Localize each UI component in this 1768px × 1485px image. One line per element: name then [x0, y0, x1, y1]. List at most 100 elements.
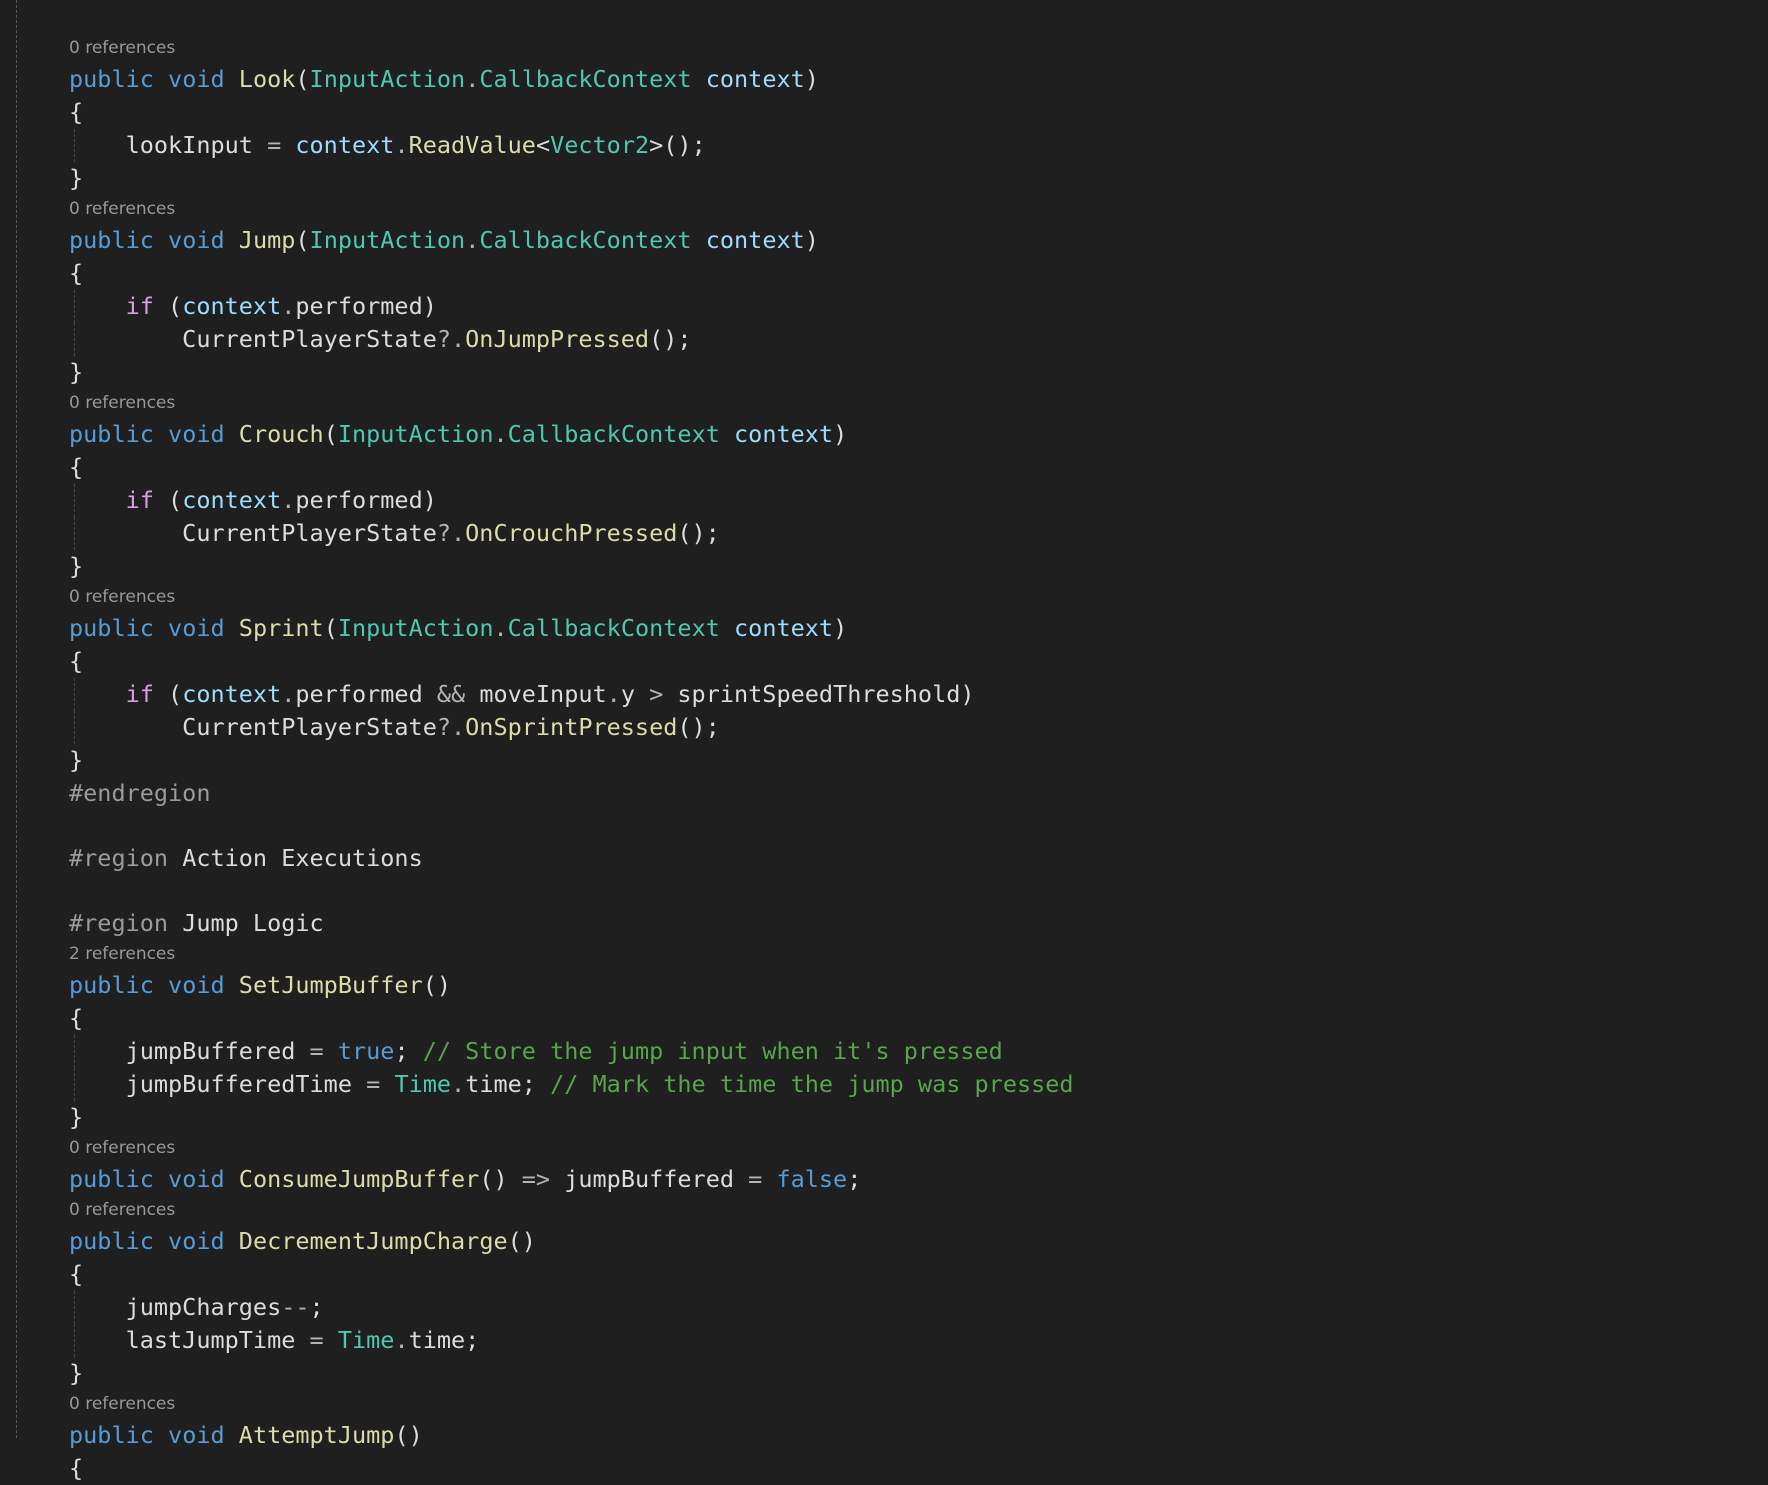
- code-token: =: [748, 1165, 763, 1193]
- indent-guide: [74, 1035, 75, 1068]
- code-token: }: [69, 1359, 84, 1387]
- code-token: jumpBuffered: [550, 1165, 749, 1193]
- code-token: true: [337, 1037, 395, 1065]
- code-token: }: [69, 164, 84, 192]
- code-token: .: [465, 65, 480, 93]
- code-token: >();: [649, 131, 706, 159]
- code-line: public void Look(InputAction.CallbackCon…: [69, 63, 1768, 96]
- code-token: context: [734, 420, 834, 448]
- code-token: ): [804, 226, 819, 254]
- code-token: ?.: [436, 519, 466, 547]
- code-token: jumpCharges: [69, 1293, 282, 1321]
- code-line: public void ConsumeJumpBuffer() => jumpB…: [69, 1163, 1768, 1196]
- code-line: }: [69, 744, 1768, 777]
- codelens-references[interactable]: 0 references: [69, 34, 1768, 63]
- codelens-references[interactable]: 0 references: [69, 389, 1768, 418]
- codelens-references[interactable]: 0 references: [69, 583, 1768, 612]
- code-line: {: [69, 1452, 1768, 1485]
- code-token: .: [465, 226, 480, 254]
- code-token: (: [323, 420, 338, 448]
- code-token: void: [168, 65, 225, 93]
- code-line: public void AttemptJump(): [69, 1419, 1768, 1452]
- indent-guide: [74, 1068, 75, 1101]
- code-token: void: [168, 1421, 225, 1449]
- code-token: false: [776, 1165, 848, 1193]
- code-token: void: [168, 1165, 225, 1193]
- code-line: }: [69, 1357, 1768, 1390]
- code-token: sprintSpeedThreshold): [663, 680, 975, 708]
- code-token: SetJumpBuffer: [238, 971, 423, 999]
- code-token: &&: [436, 680, 466, 708]
- code-token: public: [69, 1421, 154, 1449]
- code-line: if (context.performed && moveInput.y > s…: [69, 678, 1768, 711]
- code-token: =>: [521, 1165, 551, 1193]
- code-token: context: [182, 292, 282, 320]
- code-token: context: [295, 131, 395, 159]
- code-token: {: [69, 98, 84, 126]
- code-line: CurrentPlayerState?.OnJumpPressed();: [69, 323, 1768, 356]
- code-token: public: [69, 65, 154, 93]
- code-token: public: [69, 226, 154, 254]
- code-token: // Mark the time the jump was pressed: [550, 1070, 1074, 1098]
- code-token: void: [168, 1227, 225, 1255]
- codelens-references[interactable]: 0 references: [69, 1196, 1768, 1225]
- code-token: void: [168, 614, 225, 642]
- code-token: ();: [649, 325, 692, 353]
- code-token: ConsumeJumpBuffer: [238, 1165, 480, 1193]
- code-token: {: [69, 1004, 84, 1032]
- code-token: jumpBuffered: [69, 1037, 310, 1065]
- code-token: Sprint: [238, 614, 324, 642]
- code-token: if: [125, 292, 154, 320]
- code-token: .: [281, 486, 296, 514]
- code-token: lastJumpTime: [69, 1326, 310, 1354]
- code-token: <: [535, 131, 551, 159]
- code-line: }: [69, 550, 1768, 583]
- code-token: ?.: [436, 713, 466, 741]
- indent-guide: [74, 1291, 75, 1324]
- code-token: OnCrouchPressed: [465, 519, 678, 547]
- codelens-references[interactable]: 0 references: [69, 1390, 1768, 1419]
- code-token: context: [705, 226, 805, 254]
- code-line: public void DecrementJumpCharge(): [69, 1225, 1768, 1258]
- code-line: if (context.performed): [69, 484, 1768, 517]
- code-token: // Store the jump input when it's presse…: [422, 1037, 1003, 1065]
- code-token: public: [69, 420, 154, 448]
- code-line: {: [69, 1258, 1768, 1291]
- code-token: CurrentPlayerState: [69, 325, 437, 353]
- code-token: InputAction: [309, 226, 466, 254]
- code-token: CallbackContext: [479, 65, 692, 93]
- code-line: public void SetJumpBuffer(): [69, 969, 1768, 1002]
- code-token: lookInput: [69, 131, 268, 159]
- code-token: if: [125, 680, 154, 708]
- code-token: context: [705, 65, 805, 93]
- code-line: public void Sprint(InputAction.CallbackC…: [69, 612, 1768, 645]
- code-token: {: [69, 453, 84, 481]
- code-token: .: [493, 420, 508, 448]
- indent-guide: [74, 129, 75, 162]
- codelens-references[interactable]: 0 references: [69, 1134, 1768, 1163]
- codelens-references[interactable]: 0 references: [69, 195, 1768, 224]
- code-token: (): [479, 1165, 522, 1193]
- code-token: time;: [465, 1070, 551, 1098]
- indent-guide: [74, 484, 75, 517]
- code-line: {: [69, 257, 1768, 290]
- code-line: #endregion: [69, 777, 1768, 810]
- code-token: {: [69, 259, 84, 287]
- code-token: ReadValue: [408, 131, 536, 159]
- code-line: }: [69, 356, 1768, 389]
- code-token: >: [649, 680, 664, 708]
- code-editor[interactable]: 0 references public void Look(InputAction…: [69, 34, 1768, 1485]
- codelens-references[interactable]: 2 references: [69, 940, 1768, 969]
